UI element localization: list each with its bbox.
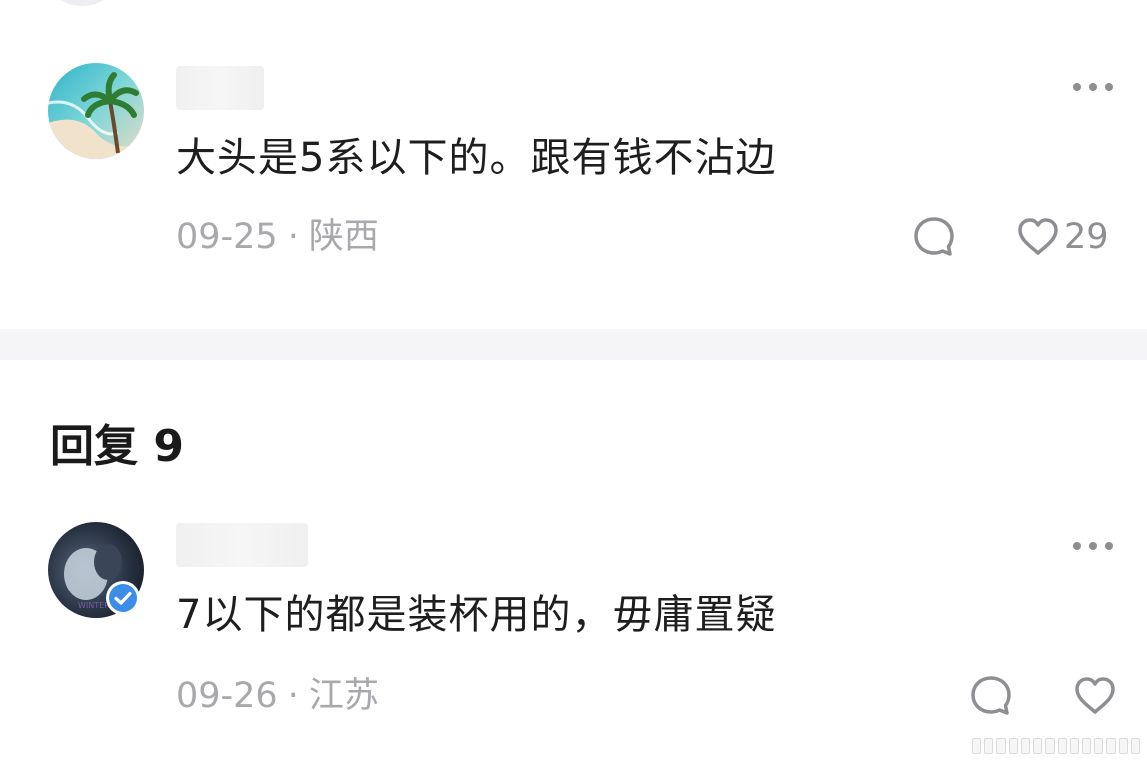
comment-location: 江苏 [308, 676, 379, 716]
avatar[interactable] [48, 63, 144, 159]
meta-separator: · [287, 676, 299, 716]
like-count: 29 [1064, 217, 1109, 257]
username-blurred[interactable] [176, 523, 308, 567]
palm-tree-avatar-icon [48, 63, 144, 159]
watermark-icon [972, 735, 1141, 757]
comment-text: 7以下的都是装杯用的，毋庸置疑 [176, 592, 777, 638]
more-options-icon[interactable] [1073, 80, 1113, 94]
like-button[interactable] [1073, 674, 1117, 718]
comment-bubble-icon [971, 676, 1011, 715]
comment-bubble-icon [914, 217, 954, 256]
comment-date: 09-25 [176, 217, 278, 257]
username-blurred[interactable] [176, 66, 264, 110]
comment-date: 09-26 [176, 676, 278, 716]
comment-meta: 09-26 · 江苏 [176, 676, 379, 716]
heart-icon [1075, 677, 1115, 714]
more-options-icon[interactable] [1073, 539, 1113, 553]
replies-heading: 回复 9 [50, 421, 184, 472]
section-divider [0, 329, 1147, 360]
comment-meta: 09-25 · 陕西 [176, 217, 379, 257]
comment-location: 陕西 [308, 217, 379, 257]
verified-badge-icon [105, 580, 141, 616]
reply-button[interactable] [969, 674, 1013, 718]
reply-button[interactable] [912, 215, 956, 259]
previous-avatar-remnant [52, 0, 112, 6]
like-button[interactable]: 29 [1016, 215, 1109, 259]
heart-icon [1018, 218, 1058, 255]
comment-text: 大头是5系以下的。跟有钱不沾边 [176, 135, 777, 181]
meta-separator: · [287, 217, 299, 257]
